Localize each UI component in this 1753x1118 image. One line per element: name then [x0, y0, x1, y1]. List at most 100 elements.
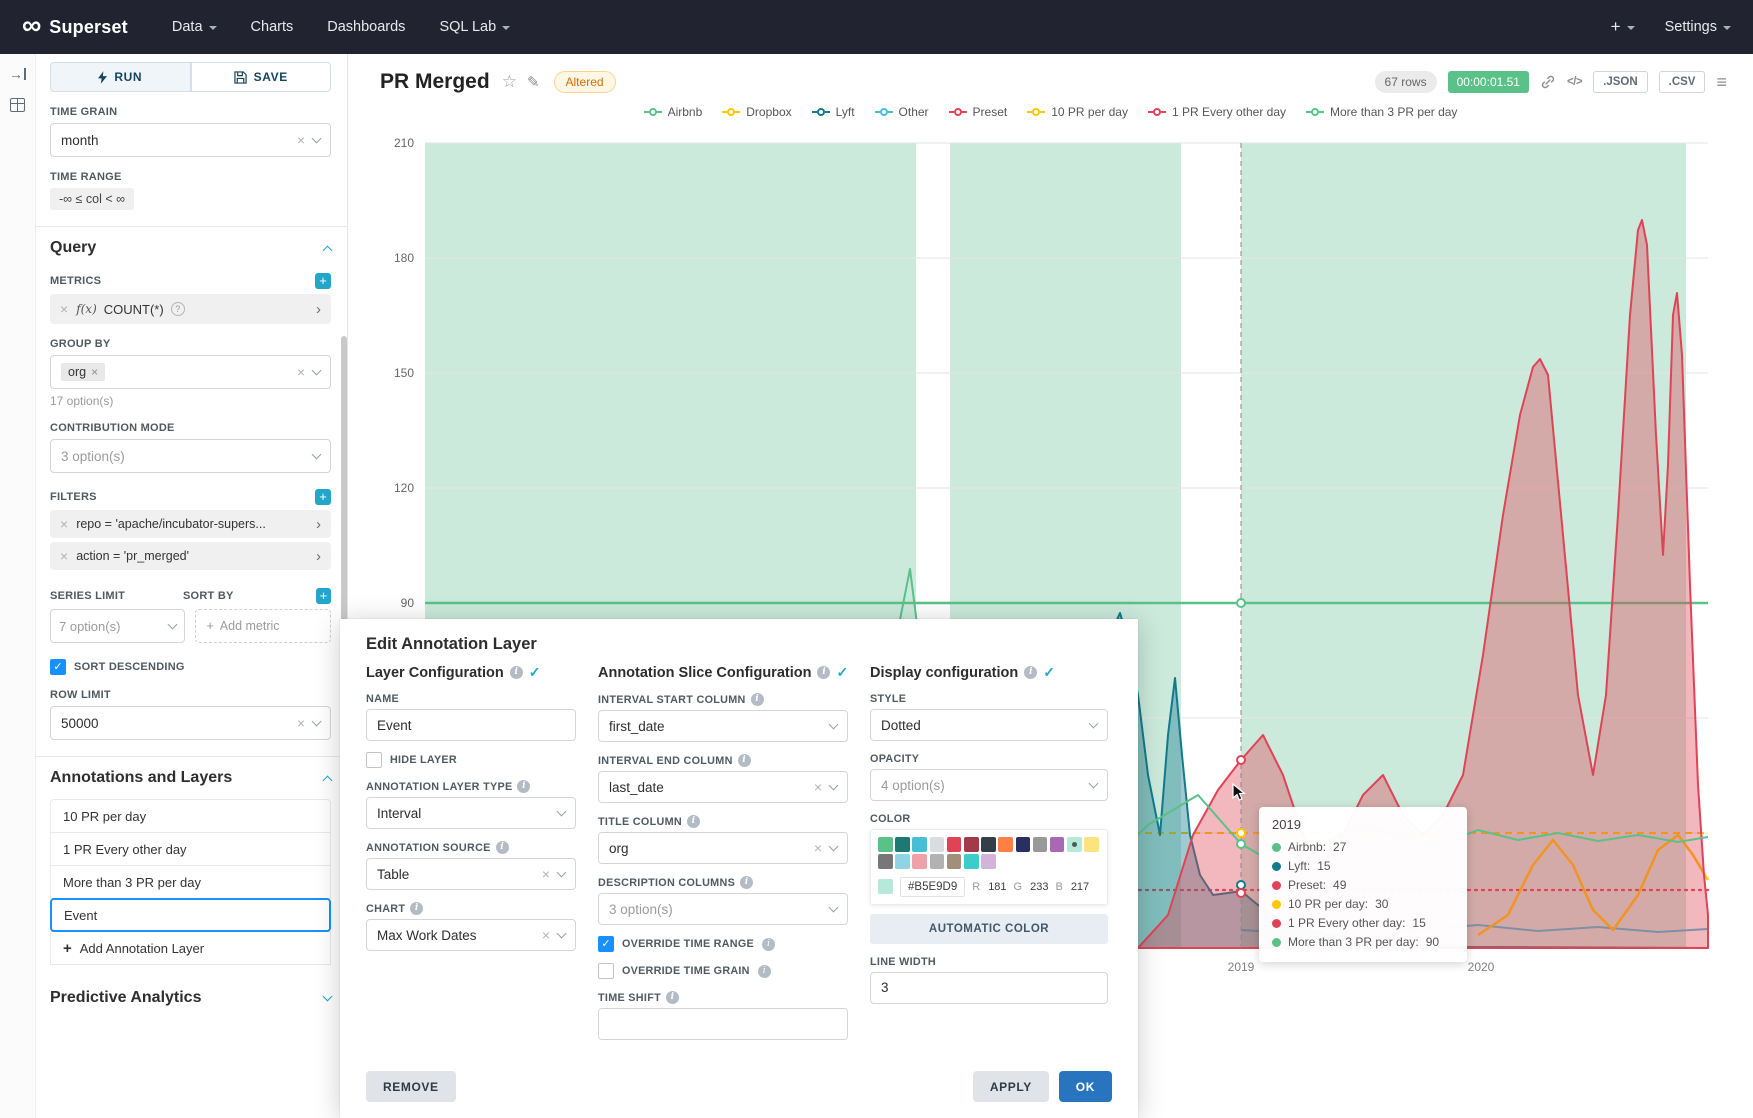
- color-swatch[interactable]: [964, 854, 979, 869]
- clear-icon[interactable]: ×: [297, 364, 305, 380]
- row-limit-select[interactable]: 50000 ×: [50, 706, 331, 740]
- superset-logo[interactable]: ∞ Superset: [22, 15, 128, 39]
- layer-name-input[interactable]: [366, 709, 576, 741]
- share-link-icon[interactable]: [1540, 74, 1556, 90]
- hide-layer-checkbox[interactable]: HIDE LAYER: [366, 752, 576, 768]
- clear-icon[interactable]: ×: [814, 779, 822, 795]
- clear-icon[interactable]: ×: [297, 132, 305, 148]
- clear-icon[interactable]: ×: [297, 715, 305, 731]
- edit-properties-icon[interactable]: ✎: [527, 73, 540, 91]
- group-by-tag[interactable]: org ×: [61, 363, 105, 381]
- contribution-mode-select[interactable]: 3 option(s): [50, 439, 331, 473]
- color-swatch[interactable]: [981, 854, 996, 869]
- embed-code-icon[interactable]: </>: [1567, 76, 1582, 88]
- interval-start-select[interactable]: first_date: [598, 710, 848, 742]
- collapse-panel-icon[interactable]: →: [9, 66, 26, 82]
- clear-icon[interactable]: ×: [542, 866, 550, 882]
- nav-settings[interactable]: Settings: [1665, 19, 1731, 35]
- add-sort-metric-button[interactable]: +: [316, 588, 331, 604]
- remove-filter-icon[interactable]: ×: [60, 516, 68, 532]
- legend-item[interactable]: Preset: [949, 105, 1008, 119]
- add-metric-button[interactable]: +: [315, 273, 331, 289]
- sort-descending-checkbox[interactable]: ✓ SORT DESCENDING: [50, 659, 331, 675]
- save-button[interactable]: SAVE: [191, 62, 332, 92]
- color-swatch[interactable]: [1016, 837, 1031, 852]
- clear-icon[interactable]: ×: [542, 927, 550, 943]
- annotation-layer-item[interactable]: 10 PR per day: [50, 799, 331, 833]
- datasource-grid-icon[interactable]: [10, 98, 25, 112]
- nav-dashboards[interactable]: Dashboards: [327, 19, 405, 35]
- interval-end-select[interactable]: last_date ×: [598, 771, 848, 803]
- override-time-range-checkbox[interactable]: ✓ OVERRIDE TIME RANGE i: [598, 936, 848, 952]
- metric-chip[interactable]: × f(x) COUNT(*) ? ›: [50, 294, 331, 324]
- override-time-grain-checkbox[interactable]: OVERRIDE TIME GRAIN i: [598, 963, 848, 979]
- line-width-input[interactable]: [870, 972, 1108, 1004]
- color-swatch[interactable]: [1084, 837, 1099, 852]
- chart-select[interactable]: Max Work Dates ×: [366, 919, 576, 951]
- filter-chip[interactable]: × repo = 'apache/incubator-supers... ›: [50, 510, 331, 538]
- nav-sql-lab[interactable]: SQL Lab: [439, 19, 510, 35]
- section-predictive[interactable]: Predictive Analytics: [50, 989, 331, 1007]
- export-json-button[interactable]: .JSON: [1593, 71, 1648, 93]
- hex-input[interactable]: #B5E9D9: [900, 877, 965, 897]
- color-swatch[interactable]: [964, 837, 979, 852]
- legend-item[interactable]: Other: [875, 105, 929, 119]
- add-filter-button[interactable]: +: [315, 489, 331, 505]
- clear-icon[interactable]: ×: [814, 840, 822, 856]
- sort-by-add-metric[interactable]: + Add metric: [195, 609, 331, 643]
- more-menu-icon[interactable]: ≡: [1716, 72, 1727, 93]
- opacity-select[interactable]: 4 option(s): [870, 769, 1108, 801]
- ok-button[interactable]: OK: [1059, 1071, 1112, 1102]
- color-swatch[interactable]: [947, 837, 962, 852]
- annotation-layer-item[interactable]: More than 3 PR per day: [50, 865, 331, 899]
- r-value[interactable]: 181: [988, 881, 1006, 893]
- apply-button[interactable]: APPLY: [973, 1071, 1049, 1102]
- color-swatch[interactable]: [895, 837, 910, 852]
- export-csv-button[interactable]: .CSV: [1659, 71, 1706, 93]
- legend-item[interactable]: 1 PR Every other day: [1148, 105, 1286, 119]
- color-swatch[interactable]: [998, 837, 1013, 852]
- description-columns-select[interactable]: 3 option(s): [598, 893, 848, 925]
- filter-chip[interactable]: × action = 'pr_merged' ›: [50, 542, 331, 570]
- color-swatch[interactable]: [912, 854, 927, 869]
- section-query[interactable]: Query: [50, 239, 331, 257]
- g-value[interactable]: 233: [1030, 881, 1048, 893]
- color-swatch[interactable]: [947, 854, 962, 869]
- color-swatch[interactable]: [878, 854, 893, 869]
- nav-new-button[interactable]: +: [1611, 17, 1635, 37]
- section-annotations[interactable]: Annotations and Layers: [50, 769, 331, 787]
- automatic-color-button[interactable]: AUTOMATIC COLOR: [870, 914, 1108, 944]
- annotation-layer-item-selected[interactable]: Event: [50, 898, 331, 932]
- legend-item[interactable]: Lyft: [812, 105, 855, 119]
- nav-data[interactable]: Data: [172, 19, 217, 35]
- color-swatch[interactable]: [981, 837, 996, 852]
- remove-filter-icon[interactable]: ×: [60, 548, 68, 564]
- color-swatch[interactable]: [895, 854, 910, 869]
- time-shift-input[interactable]: [598, 1008, 848, 1040]
- style-select[interactable]: Dotted: [870, 709, 1108, 741]
- time-range-chip[interactable]: -∞ ≤ col < ∞: [50, 188, 134, 210]
- color-swatch[interactable]: [912, 837, 927, 852]
- annotation-layer-item[interactable]: 1 PR Every other day: [50, 832, 331, 866]
- panel-scrollbar[interactable]: [341, 336, 347, 626]
- legend-item[interactable]: Airbnb: [644, 105, 703, 119]
- color-swatch[interactable]: [930, 854, 945, 869]
- remove-tag-icon[interactable]: ×: [91, 365, 98, 379]
- color-swatch[interactable]: [878, 837, 893, 852]
- legend-item[interactable]: More than 3 PR per day: [1306, 105, 1457, 119]
- color-swatch[interactable]: [1033, 837, 1048, 852]
- annotation-layer-type-select[interactable]: Interval: [366, 797, 576, 829]
- series-limit-select[interactable]: 7 option(s): [50, 609, 185, 643]
- time-grain-select[interactable]: month ×: [50, 123, 331, 157]
- annotation-source-select[interactable]: Table ×: [366, 858, 576, 890]
- favorite-star-icon[interactable]: ☆: [502, 72, 517, 92]
- color-swatch[interactable]: [930, 837, 945, 852]
- legend-item[interactable]: Dropbox: [722, 105, 791, 119]
- title-column-select[interactable]: org ×: [598, 832, 848, 864]
- run-button[interactable]: RUN: [50, 62, 191, 92]
- color-swatch[interactable]: [1050, 837, 1065, 852]
- nav-charts[interactable]: Charts: [251, 19, 294, 35]
- legend-item[interactable]: 10 PR per day: [1027, 105, 1128, 119]
- remove-button[interactable]: REMOVE: [366, 1071, 456, 1102]
- remove-metric-icon[interactable]: ×: [60, 301, 68, 317]
